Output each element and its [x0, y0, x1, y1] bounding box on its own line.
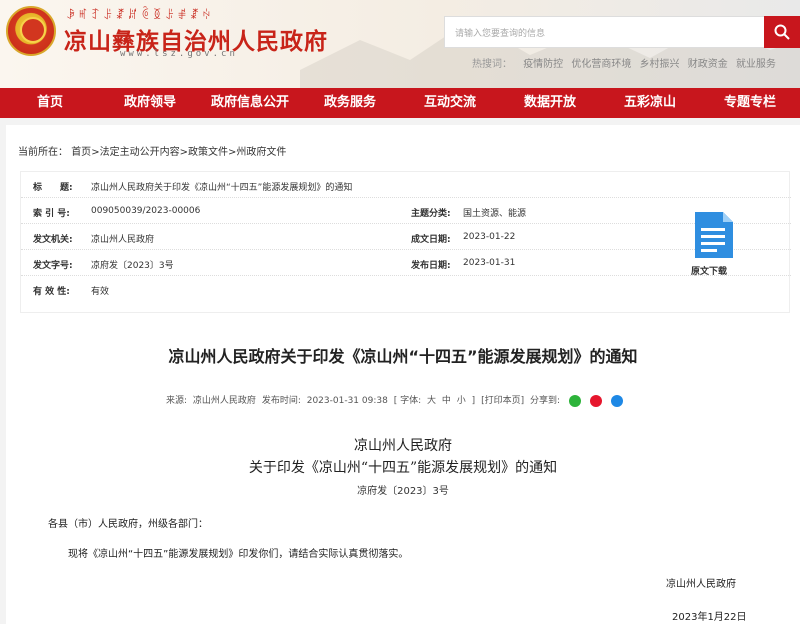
nav-item-home[interactable]: 首页: [0, 88, 100, 118]
qq-icon[interactable]: [610, 394, 623, 407]
meta-title-label: 标 题:: [33, 183, 73, 193]
meta-index-label: 索 引 号:: [33, 209, 70, 219]
meta-topic-value: 国土资源、能源: [463, 209, 527, 219]
meta-published-value: 2023-01-31: [463, 258, 516, 268]
meta-validity-label: 有 效 性:: [33, 287, 70, 297]
search-button[interactable]: [764, 16, 800, 48]
weibo-icon[interactable]: [589, 394, 602, 407]
meta-issuer-value: 凉山州人民政府: [91, 235, 155, 245]
content-panel: 当前所在： 首页>法定主动公开内容>政策文件>州政府文件 标 题: 凉山州人民政…: [6, 125, 800, 624]
download-original-link[interactable]: 原文下载: [691, 264, 727, 277]
hotword-link[interactable]: 乡村振兴: [640, 59, 680, 70]
national-emblem-icon[interactable]: [6, 6, 56, 56]
meta-row: 标 题: 凉山州人民政府关于印发《凉山州“十四五”能源发展规划》的通知: [21, 172, 791, 198]
font-medium-button[interactable]: 中: [442, 396, 451, 406]
meta-docno-value: 凉府发〔2023〕3号: [91, 261, 174, 271]
share-label: 分享到:: [529, 396, 561, 406]
meta-topic-label: 主题分类:: [411, 209, 451, 219]
breadcrumb-item[interactable]: 法定主动公开内容: [100, 147, 180, 158]
nav-item-services[interactable]: 政务服务: [300, 88, 400, 118]
meta-title-value: 凉山州人民政府关于印发《凉山州“十四五”能源发展规划》的通知: [91, 183, 353, 193]
breadcrumb-item[interactable]: 政策文件: [188, 147, 228, 158]
meta-row: 发文机关: 凉山州人民政府 成文日期: 2023-01-22: [21, 224, 791, 250]
main-nav: 首页 政府领导 政府信息公开 政务服务 互动交流 数据开放 五彩凉山 专题专栏: [0, 88, 800, 118]
meta-published-label: 发布日期:: [411, 261, 451, 271]
font-size-label: [ 字体:: [393, 396, 422, 406]
breadcrumb-item[interactable]: 首页: [71, 147, 91, 158]
hotwords-label: 热搜词：: [472, 59, 512, 70]
share-icons: [566, 394, 626, 407]
breadcrumb-item[interactable]: 州政府文件: [236, 147, 286, 158]
yi-script-title: ꆃꎭꆈꌠꊨꏦꏱꅉꌠꂱꊨꏢ: [66, 8, 215, 22]
font-large-button[interactable]: 大: [427, 396, 436, 406]
meta-row: 索 引 号: 009050039/2023-00006 主题分类: 国土资源、能…: [21, 198, 791, 224]
hot-search-words: 热搜词： 疫情防控 优化营商环境 乡村振兴 财政资金 就业服务: [472, 55, 781, 70]
publish-time-label: 发布时间:: [261, 396, 301, 406]
meta-row: 发文字号: 凉府发〔2023〕3号 发布日期: 2023-01-31: [21, 250, 791, 276]
document-download-icon[interactable]: [695, 212, 733, 258]
meta-issuer-label: 发文机关:: [33, 235, 73, 245]
source-value: 凉山州人民政府: [192, 396, 256, 406]
body-heading-subject: 关于印发《凉山州“十四五”能源发展规划》的通知: [248, 460, 558, 476]
meta-created-value: 2023-01-22: [463, 232, 516, 242]
article-info-bar: 来源: 凉山州人民政府 发布时间: 2023-01-31 09:38 [ 字体:…: [166, 393, 629, 407]
search-input[interactable]: 请输入您要查询的信息: [444, 16, 766, 48]
breadcrumb-prefix: 当前所在：: [18, 147, 68, 158]
nav-item-interaction[interactable]: 互动交流: [400, 88, 500, 118]
breadcrumb-separator: >: [179, 147, 188, 158]
hotword-link[interactable]: 就业服务: [736, 59, 776, 70]
font-small-button[interactable]: 小: [457, 396, 466, 406]
source-label: 来源:: [166, 396, 188, 406]
nav-item-leaders[interactable]: 政府领导: [100, 88, 200, 118]
body-signature: 凉山州人民政府: [666, 579, 736, 590]
breadcrumb-separator: >: [91, 147, 100, 158]
meta-created-label: 成文日期:: [411, 235, 451, 245]
article-title: 凉山州人民政府关于印发《凉山州“十四五”能源发展规划》的通知: [168, 347, 638, 366]
document-metadata: 标 题: 凉山州人民政府关于印发《凉山州“十四五”能源发展规划》的通知 索 引 …: [20, 171, 791, 313]
hotword-link[interactable]: 优化营商环境: [571, 59, 631, 70]
nav-item-colorful-liangshan[interactable]: 五彩凉山: [600, 88, 700, 118]
nav-item-disclosure[interactable]: 政府信息公开: [200, 88, 300, 118]
meta-row: 有 效 性: 有效: [21, 276, 791, 302]
body-date: 2023年1月22日: [672, 612, 747, 623]
meta-validity-value: 有效: [91, 287, 110, 297]
breadcrumb: 当前所在： 首页>法定主动公开内容>政策文件>州政府文件: [18, 143, 286, 158]
wechat-icon[interactable]: [568, 394, 581, 407]
search-icon: [774, 24, 790, 40]
print-button[interactable]: [打印本页]: [481, 396, 524, 406]
hotword-link[interactable]: 财政资金: [688, 59, 728, 70]
body-paragraph: 现将《凉山州“十四五”能源发展规划》印发你们，请结合实际认真贯彻落实。: [68, 549, 409, 560]
site-url: www.lsz.gov.cn: [120, 49, 238, 59]
font-size-close: ]: [471, 396, 476, 406]
body-heading-org: 凉山州人民政府: [354, 438, 452, 454]
nav-item-special-topics[interactable]: 专题专栏: [700, 88, 800, 118]
hotword-link[interactable]: 疫情防控: [523, 59, 563, 70]
body-doc-number: 凉府发〔2023〕3号: [357, 486, 449, 497]
meta-docno-label: 发文字号:: [33, 261, 73, 271]
site-header: ꆃꎭꆈꌠꊨꏦꏱꅉꌠꂱꊨꏢ 凉山彝族自治州人民政府 www.lsz.gov.cn …: [0, 0, 800, 88]
publish-time-value: 2023-01-31 09:38: [306, 396, 388, 406]
body-greeting: 各县（市）人民政府，州级各部门：: [48, 519, 208, 530]
meta-index-value: 009050039/2023-00006: [91, 206, 201, 216]
nav-item-open-data[interactable]: 数据开放: [500, 88, 600, 118]
